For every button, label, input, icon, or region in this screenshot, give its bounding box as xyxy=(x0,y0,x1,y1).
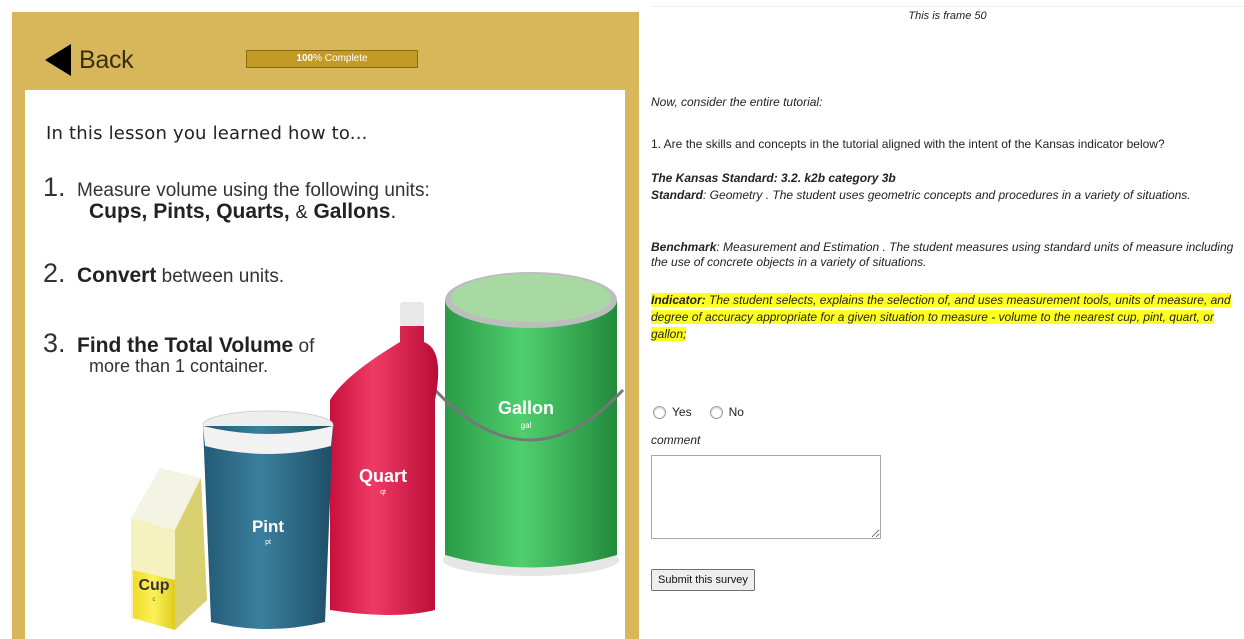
standard-body: : Geometry . The student uses geometric … xyxy=(703,188,1191,202)
submit-button[interactable]: Submit this survey xyxy=(651,569,755,591)
progress-bar: 100% Complete xyxy=(246,50,418,68)
lesson-content: In this lesson you learned how to... 1. M… xyxy=(25,90,625,639)
back-arrow-icon xyxy=(45,44,71,76)
quart-abbr: qt xyxy=(380,489,386,496)
gallon-container: Gallon gal xyxy=(433,272,625,576)
indicator-body: The student selects, explains the select… xyxy=(651,293,1231,341)
lesson-panel: Back 100% Complete In this lesson you le… xyxy=(12,12,639,639)
no-radio[interactable] xyxy=(709,405,723,419)
pint-label: Pint xyxy=(252,517,284,536)
progress-text: 100% Complete xyxy=(247,51,417,67)
yes-radio[interactable] xyxy=(653,405,666,419)
frame-label: This is frame 50 xyxy=(908,10,987,22)
lesson-header: Back 100% Complete xyxy=(12,12,639,90)
progress-value: 100 xyxy=(296,53,314,64)
indicator-label: Indicator: xyxy=(651,293,706,307)
comment-label: comment xyxy=(651,433,701,447)
cup-abbr: c xyxy=(153,597,156,603)
pint-abbr: pt xyxy=(265,539,271,546)
pint-container: Pint pt xyxy=(202,410,334,629)
quart-container: Quart qt xyxy=(330,302,439,615)
standard-text: Standard: Geometry . The student uses ge… xyxy=(651,188,1241,203)
cup-label: Cup xyxy=(138,577,169,594)
gallon-label: Gallon xyxy=(498,398,554,418)
standard-label: Standard xyxy=(651,188,704,202)
comment-input[interactable] xyxy=(651,455,881,539)
containers-illustration: Gallon gal Quart qt Pint pt Cup c xyxy=(131,272,625,630)
survey-intro: Now, consider the entire tutorial: xyxy=(651,95,823,109)
answer-options: Yes No xyxy=(653,405,762,419)
indicator-text: Indicator: The student selects, explains… xyxy=(651,292,1241,343)
benchmark-text: Benchmark: Measurement and Estimation . … xyxy=(651,240,1241,270)
progress-suffix: % Complete xyxy=(313,53,368,64)
benchmark-body: : Measurement and Estimation . The stude… xyxy=(651,240,1234,269)
gallon-abbr: gal xyxy=(521,421,532,430)
back-button[interactable]: Back xyxy=(45,42,134,78)
survey-question: 1. Are the skills and concepts in the tu… xyxy=(651,137,1165,151)
cup-container: Cup c xyxy=(131,468,207,630)
benchmark-label: Benchmark xyxy=(651,240,717,254)
top-divider xyxy=(651,6,1244,7)
standard-title: The Kansas Standard: 3.2. k2b category 3… xyxy=(651,171,896,185)
quart-label: Quart xyxy=(359,466,407,486)
survey-panel: This is frame 50 Now, consider the entir… xyxy=(651,0,1244,639)
no-label: No xyxy=(728,405,744,419)
back-label: Back xyxy=(79,45,134,74)
yes-label: Yes xyxy=(672,405,692,419)
